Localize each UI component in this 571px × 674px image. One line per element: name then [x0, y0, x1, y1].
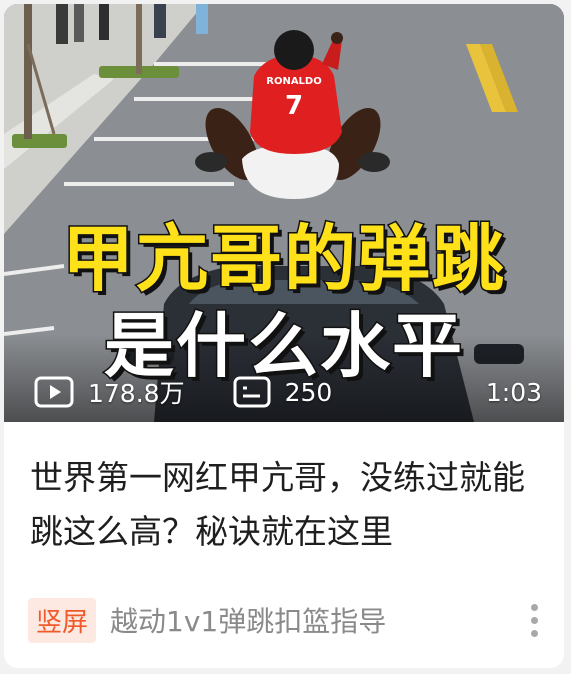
jersey-name: RONALDO	[266, 76, 321, 87]
channel-name[interactable]: 越动1v1弹跳扣篮指导	[110, 600, 386, 640]
jersey-number: 7	[285, 91, 303, 121]
view-count-value: 178.8万	[88, 379, 185, 408]
more-dot	[530, 616, 538, 624]
comment-icon	[233, 376, 271, 408]
video-card[interactable]: RONALDO 7 甲亢哥的弹跳 是什么水平 178.8万 250 1:03 世…	[4, 4, 564, 668]
video-duration: 1:03	[485, 377, 542, 407]
video-stats-bar: 178.8万 250 1:03	[4, 362, 564, 422]
more-dot	[530, 603, 538, 611]
play-icon	[34, 376, 74, 408]
vertical-screen-tag: 竖屏	[28, 597, 97, 643]
view-count: 178.8万	[34, 374, 185, 410]
comment-count: 250	[233, 376, 333, 408]
video-meta-row: 竖屏 越动1v1弹跳扣篮指导	[28, 596, 546, 644]
more-dot	[530, 629, 538, 637]
more-vertical-icon[interactable]	[522, 600, 546, 640]
video-thumbnail[interactable]: RONALDO 7 甲亢哥的弹跳 是什么水平 178.8万 250 1:03	[4, 4, 564, 422]
comment-count-value: 250	[284, 377, 333, 407]
video-title[interactable]: 世界第一网红甲亢哥，没练过就能跳这么高？秘诀就在这里	[30, 451, 542, 559]
